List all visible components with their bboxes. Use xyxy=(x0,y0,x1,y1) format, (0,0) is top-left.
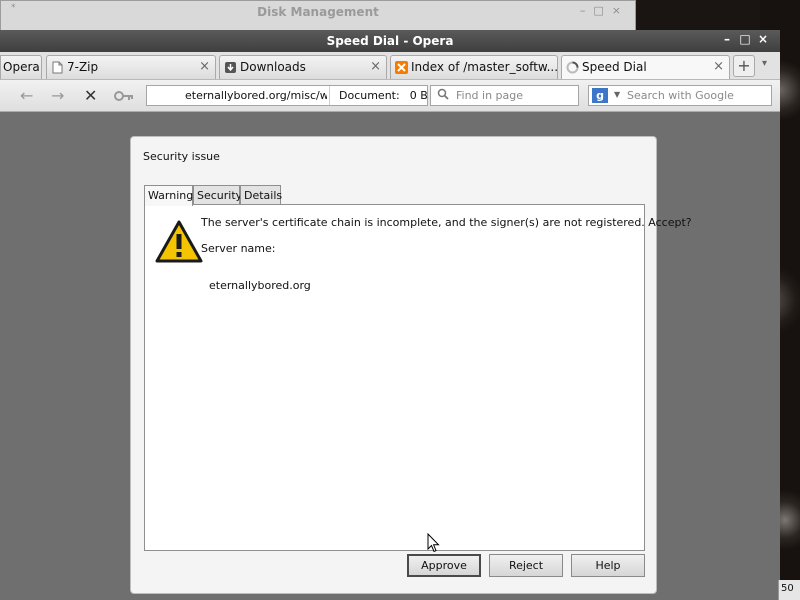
mouse-cursor-icon xyxy=(427,533,440,553)
warning-panel: The server's certificate chain is incomp… xyxy=(144,204,692,551)
stop-button[interactable]: ✕ xyxy=(84,86,97,105)
tab-label: Index of /master_softw... xyxy=(411,60,558,74)
tab-speed-dial[interactable]: Speed Dial × xyxy=(561,55,730,79)
tab-security[interactable]: Security xyxy=(193,185,242,205)
xampp-icon xyxy=(395,61,408,74)
opera-titlebar[interactable]: Speed Dial - Opera – □ × xyxy=(0,30,780,52)
help-button[interactable]: Help xyxy=(571,554,645,577)
maximize-icon[interactable]: □ xyxy=(593,4,611,17)
document-size-indicator: Document: 0 B xyxy=(329,86,428,105)
server-name-label: Server name: xyxy=(201,242,276,255)
close-button[interactable]: × xyxy=(754,32,772,46)
navigation-toolbar: ← → ✕ eternallybored.org/misc/wget Docum… xyxy=(0,80,780,112)
tab-label: Downloads xyxy=(240,60,306,74)
server-name-value: eternallybored.org xyxy=(209,279,311,292)
tab-close-icon[interactable]: × xyxy=(713,59,724,74)
find-in-page-input[interactable]: Find in page xyxy=(430,85,579,106)
reject-button[interactable]: Reject xyxy=(489,554,563,577)
window-title: Speed Dial - Opera xyxy=(326,34,454,48)
approve-button[interactable]: Approve xyxy=(407,554,481,577)
disk-management-controls: –□× xyxy=(580,4,629,17)
tab-bar: Opera 7-Zip × Downloads × Index of /mast… xyxy=(0,52,780,80)
back-button[interactable]: ← xyxy=(20,86,33,105)
download-icon xyxy=(225,62,236,73)
disk-management-title: Disk Management xyxy=(257,5,379,19)
tab-index-master-software[interactable]: Index of /master_softw... xyxy=(390,55,558,79)
new-tab-button[interactable]: + xyxy=(733,55,755,77)
disk-management-window[interactable]: * Disk Management –□× xyxy=(0,0,636,34)
minimize-icon[interactable]: – xyxy=(580,4,594,17)
document-value: 0 B xyxy=(409,89,428,102)
opera-menu-label: Opera xyxy=(3,60,40,74)
search-placeholder: Search with Google xyxy=(627,89,734,102)
taskbar-fragment: 50 xyxy=(778,580,800,600)
page-icon xyxy=(52,61,63,74)
tab-warning[interactable]: Warning xyxy=(144,185,193,206)
tab-label: 7-Zip xyxy=(67,60,99,74)
tab-details[interactable]: Details xyxy=(240,185,282,205)
forward-button[interactable]: → xyxy=(51,86,64,105)
tab-label: Speed Dial xyxy=(582,60,647,74)
tab-downloads[interactable]: Downloads × xyxy=(219,55,387,79)
search-icon xyxy=(437,88,449,100)
tab-7zip[interactable]: 7-Zip × xyxy=(46,55,216,79)
tab-close-icon[interactable]: × xyxy=(370,59,381,74)
search-engine-dropdown-icon[interactable]: ▼ xyxy=(614,90,620,99)
warning-icon xyxy=(155,220,203,263)
minimize-button[interactable]: – xyxy=(718,32,736,46)
loading-icon xyxy=(566,61,579,74)
key-icon[interactable] xyxy=(114,91,134,101)
tab-close-icon[interactable]: × xyxy=(199,59,210,74)
window-controls: – □ × xyxy=(718,32,772,46)
google-icon[interactable]: g xyxy=(592,88,608,103)
close-icon[interactable]: × xyxy=(612,4,629,17)
opera-menu-button[interactable]: Opera xyxy=(0,55,42,79)
certificate-warning-message: The server's certificate chain is incomp… xyxy=(201,216,692,229)
security-issue-dialog: Security issue Warning Security Details … xyxy=(130,136,692,594)
dialog-title: Security issue xyxy=(143,150,220,163)
address-url[interactable]: eternallybored.org/misc/wget xyxy=(185,89,327,102)
document-label: Document: xyxy=(339,89,400,102)
tab-menu-icon[interactable]: ▾ xyxy=(762,58,767,69)
find-placeholder: Find in page xyxy=(456,89,524,102)
maximize-button[interactable]: □ xyxy=(736,32,754,46)
search-google-input[interactable]: g ▼ Search with Google xyxy=(588,85,772,106)
address-field[interactable]: eternallybored.org/misc/wget Document: 0 … xyxy=(146,85,428,106)
